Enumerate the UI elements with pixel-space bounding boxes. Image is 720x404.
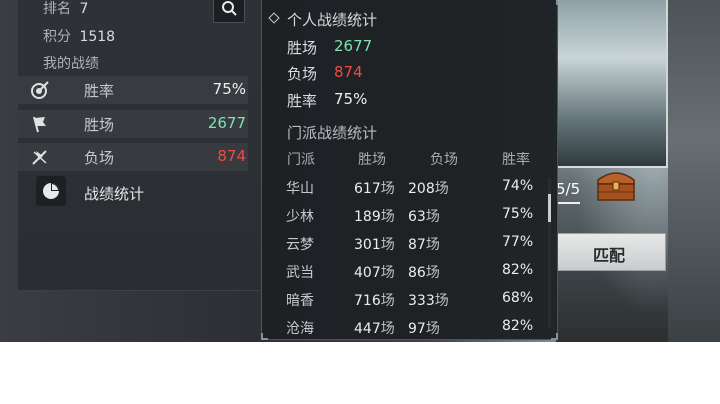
broken-flag-icon [30,147,50,167]
progress-text: 5/5 [556,180,581,198]
faction-wins: 407场 [354,265,395,281]
rank-value: 7 [79,1,89,17]
search-icon [222,1,237,16]
faction-losses: 333场 [408,293,449,309]
stat-value-losses: 874 [217,147,246,165]
faction-wins: 301场 [354,237,395,253]
faction-winrate: 77% [502,234,534,250]
faction-winrate: 82% [502,262,534,278]
stat-row-losses [18,143,248,171]
table-row[interactable]: 暗香 716场 333场 68% [262,290,548,318]
column-header-wins: 胜场 [358,152,386,168]
stat-label-losses: 负场 [84,149,115,167]
points-row: 积分 1518 [43,26,115,46]
faction-name: 暗香 [286,293,314,309]
game-scene: 排名 7 积分 1518 我的战绩 胜率 75% 胜场 2677 负场 874 … [0,0,720,342]
scrollbar-thumb[interactable] [548,194,551,222]
stat-label-wins: 胜场 [84,116,115,134]
personal-label-winrate: 胜率 [287,92,318,110]
faction-winrate: 82% [502,318,534,334]
stats-summary-button[interactable] [36,176,66,206]
pie-chart-icon [43,183,59,199]
scenery-window [556,0,668,168]
faction-name: 沧海 [286,321,314,337]
table-row[interactable]: 武当 407场 86场 82% [262,262,548,290]
personal-value-wins: 2677 [334,37,373,55]
personal-label-losses: 负场 [287,65,318,83]
flag-icon [30,114,50,134]
faction-losses: 63场 [408,209,440,225]
stat-label-winrate: 胜率 [84,82,115,100]
rank-label: 排名 [43,1,71,17]
faction-stats-title: 门派战绩统计 [287,124,378,142]
progress-underline [558,202,580,204]
faction-winrate: 74% [502,178,534,194]
personal-label-wins: 胜场 [287,39,318,57]
faction-losses: 208场 [408,181,449,197]
scenery-edge [668,0,720,342]
faction-wins: 716场 [354,293,395,309]
faction-name: 少林 [286,209,314,225]
personal-value-losses: 874 [334,63,363,81]
faction-losses: 87场 [408,237,440,253]
stats-summary-label[interactable]: 战绩统计 [84,183,144,204]
faction-wins: 447场 [354,321,395,337]
table-row[interactable]: 华山 617场 208场 74% [262,178,548,206]
personal-value-winrate: 75% [334,90,368,108]
target-icon [30,80,50,100]
column-header-faction: 门派 [287,152,315,168]
match-button[interactable]: 匹配 [552,233,666,271]
faction-losses: 86场 [408,265,440,281]
treasure-chest-icon[interactable] [594,164,638,204]
faction-winrate: 68% [502,290,534,306]
stat-value-wins: 2677 [207,114,246,132]
column-header-losses: 负场 [430,152,458,168]
match-button-label: 匹配 [592,246,625,265]
faction-wins: 617场 [354,181,395,197]
popup-corner [551,333,558,340]
faction-name: 华山 [286,181,314,197]
faction-winrate: 75% [502,206,534,222]
faction-wins: 189场 [354,209,395,225]
faction-losses: 97场 [408,321,440,337]
rank-row: 排名 7 [43,0,88,18]
table-row[interactable]: 云梦 301场 87场 77% [262,234,548,262]
column-header-winrate: 胜率 [502,152,530,168]
faction-name: 云梦 [286,237,314,253]
table-row[interactable]: 沧海 447场 97场 82% [262,318,548,342]
table-row[interactable]: 少林 189场 63场 75% [262,206,548,234]
points-label: 积分 [43,29,71,45]
search-button[interactable] [213,0,245,23]
popup-corner [551,0,558,5]
personal-stats-title: 个人战绩统计 [287,11,378,29]
points-value: 1518 [79,29,116,45]
stat-value-winrate: 75% [212,80,246,98]
faction-name: 武当 [286,265,314,281]
my-record-label: 我的战绩 [43,56,99,72]
